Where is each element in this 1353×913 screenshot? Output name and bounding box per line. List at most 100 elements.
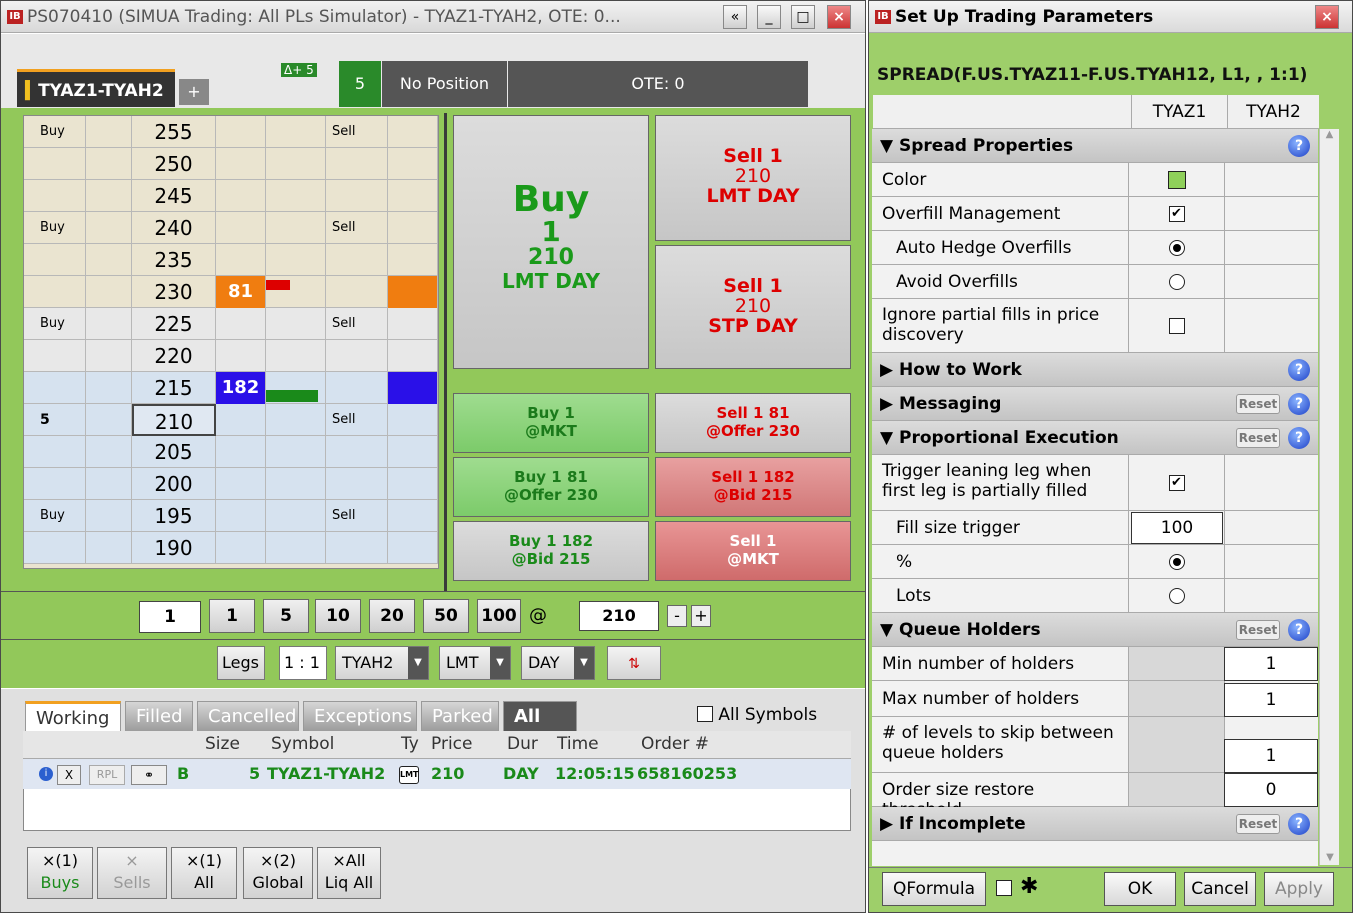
ladder-row[interactable]: 250: [24, 148, 438, 180]
market-color-cell[interactable]: [388, 532, 438, 564]
param-fill-size[interactable]: Fill size trigger 100: [872, 511, 1318, 545]
sell-cell[interactable]: [326, 532, 388, 564]
sell-cell[interactable]: [326, 276, 388, 308]
depth-qty-cell[interactable]: [216, 244, 266, 276]
depth-bar-cell[interactable]: [266, 180, 326, 212]
cancel-global-button[interactable]: ×(2) Global: [243, 847, 313, 899]
sell-cell[interactable]: Sell: [326, 116, 388, 148]
ladder-row[interactable]: Buy 225 Sell: [24, 308, 438, 340]
reset-button[interactable]: Reset: [1236, 394, 1280, 414]
depth-qty-cell[interactable]: [216, 180, 266, 212]
param-color[interactable]: Color: [872, 163, 1318, 197]
sell-at-bid-button[interactable]: Sell 1 182 @Bid 215: [655, 457, 851, 517]
depth-bar-cell[interactable]: [266, 372, 326, 404]
checkbox-checked-icon[interactable]: ✔: [1168, 475, 1185, 491]
price-input[interactable]: 210: [579, 601, 659, 631]
param-value[interactable]: 100: [1128, 511, 1224, 544]
tab-filled[interactable]: Filled: [125, 701, 193, 731]
sell-cell[interactable]: Sell: [326, 500, 388, 532]
param-value[interactable]: [1128, 579, 1224, 612]
depth-qty-cell[interactable]: [216, 436, 266, 468]
buy-market-button[interactable]: Buy 1 @MKT: [453, 393, 649, 453]
leg-dropdown[interactable]: TYAH2 ▼: [335, 646, 429, 680]
depth-bar-cell[interactable]: [266, 532, 326, 564]
param-value[interactable]: [1128, 647, 1224, 680]
ladder-cell[interactable]: [86, 180, 132, 212]
buy-cell[interactable]: [24, 244, 86, 276]
tab-working[interactable]: Working: [25, 701, 121, 731]
help-icon[interactable]: ?: [1288, 393, 1310, 415]
reset-button[interactable]: Reset: [1236, 428, 1280, 448]
ladder-row[interactable]: 220: [24, 340, 438, 372]
price-cell[interactable]: 235: [132, 244, 216, 276]
tab-parked[interactable]: Parked: [421, 701, 499, 731]
sell-cell[interactable]: Sell: [326, 404, 388, 436]
depth-bar-cell[interactable]: [266, 276, 326, 308]
scrollbar[interactable]: ▲ ▼: [1319, 129, 1339, 865]
buy-cell[interactable]: [24, 532, 86, 564]
orders-column-header[interactable]: Size: [205, 734, 240, 754]
ladder-cell[interactable]: [86, 500, 132, 532]
cancel-liq-all-button[interactable]: ×All Liq All: [317, 847, 381, 899]
orders-column-header[interactable]: Time: [557, 734, 599, 754]
sell-cell[interactable]: [326, 180, 388, 212]
qty-preset-button[interactable]: 50: [423, 599, 469, 633]
buy-cell[interactable]: Buy: [24, 500, 86, 532]
depth-bar-cell[interactable]: [266, 468, 326, 500]
market-color-cell[interactable]: [388, 468, 438, 500]
ladder-row[interactable]: 230 81: [24, 276, 438, 308]
number-input[interactable]: 1: [1224, 739, 1318, 773]
scroll-up-icon[interactable]: ▲: [1320, 129, 1339, 140]
ladder-cell[interactable]: [86, 532, 132, 564]
ladder-cell[interactable]: [86, 404, 132, 436]
param-trigger[interactable]: Trigger leaning leg when first leg is pa…: [872, 455, 1318, 511]
depth-bar-cell[interactable]: [266, 340, 326, 372]
ladder-row[interactable]: 245: [24, 180, 438, 212]
ladder-cell[interactable]: [86, 340, 132, 372]
depth-bar-cell[interactable]: [266, 308, 326, 340]
depth-bar-cell[interactable]: [266, 148, 326, 180]
market-color-cell[interactable]: [388, 276, 438, 308]
ladder-cell[interactable]: [86, 308, 132, 340]
ladder-cell[interactable]: [86, 436, 132, 468]
maximize-button[interactable]: □: [791, 5, 815, 29]
param-value[interactable]: [1128, 773, 1224, 806]
price-cell[interactable]: 220: [132, 340, 216, 372]
price-cell[interactable]: 205: [132, 436, 216, 468]
gear-icon[interactable]: ✱: [1020, 874, 1038, 899]
sell-limit-button[interactable]: Sell 1 210 LMT DAY: [655, 115, 851, 241]
market-color-cell[interactable]: [388, 148, 438, 180]
tab-exceptions[interactable]: Exceptions: [303, 701, 417, 731]
reset-button[interactable]: Reset: [1236, 620, 1280, 640]
order-type-dropdown[interactable]: LMT ▼: [439, 646, 511, 680]
market-color-cell[interactable]: [388, 500, 438, 532]
ladder-row[interactable]: Buy 240 Sell: [24, 212, 438, 244]
market-color-cell[interactable]: [388, 436, 438, 468]
buy-at-bid-button[interactable]: Buy 1 182 @Bid 215: [453, 521, 649, 581]
depth-bar-cell[interactable]: [266, 404, 326, 436]
param-value[interactable]: [1128, 681, 1224, 716]
market-color-cell[interactable]: [388, 308, 438, 340]
qty-preset-button[interactable]: 10: [315, 599, 361, 633]
buy-cell[interactable]: [24, 276, 86, 308]
number-input[interactable]: 1: [1224, 683, 1318, 717]
depth-qty-cell[interactable]: [216, 404, 266, 436]
buy-at-offer-button[interactable]: Buy 1 81 @Offer 230: [453, 457, 649, 517]
buy-cell[interactable]: [24, 148, 86, 180]
ladder-cell[interactable]: [86, 468, 132, 500]
param-value[interactable]: ✔: [1128, 455, 1224, 510]
radio-selected-icon[interactable]: [1168, 240, 1185, 256]
help-icon[interactable]: ?: [1288, 813, 1310, 835]
section-how-to-work[interactable]: ▶ How to Work?: [872, 353, 1318, 387]
depth-qty-cell[interactable]: [216, 340, 266, 372]
sell-market-button[interactable]: Sell 1 @MKT: [655, 521, 851, 581]
depth-qty-cell[interactable]: [216, 212, 266, 244]
ratio-field[interactable]: 1 : 1: [279, 646, 327, 680]
price-plus-button[interactable]: +: [691, 605, 711, 627]
price-cell[interactable]: 255: [132, 116, 216, 148]
ladder-row[interactable]: Buy 255 Sell: [24, 116, 438, 148]
reset-button[interactable]: Reset: [1236, 814, 1280, 834]
param-restore[interactable]: Order size restore threshold0: [872, 773, 1318, 820]
depth-bar-cell[interactable]: [266, 500, 326, 532]
help-icon[interactable]: ?: [1288, 359, 1310, 381]
